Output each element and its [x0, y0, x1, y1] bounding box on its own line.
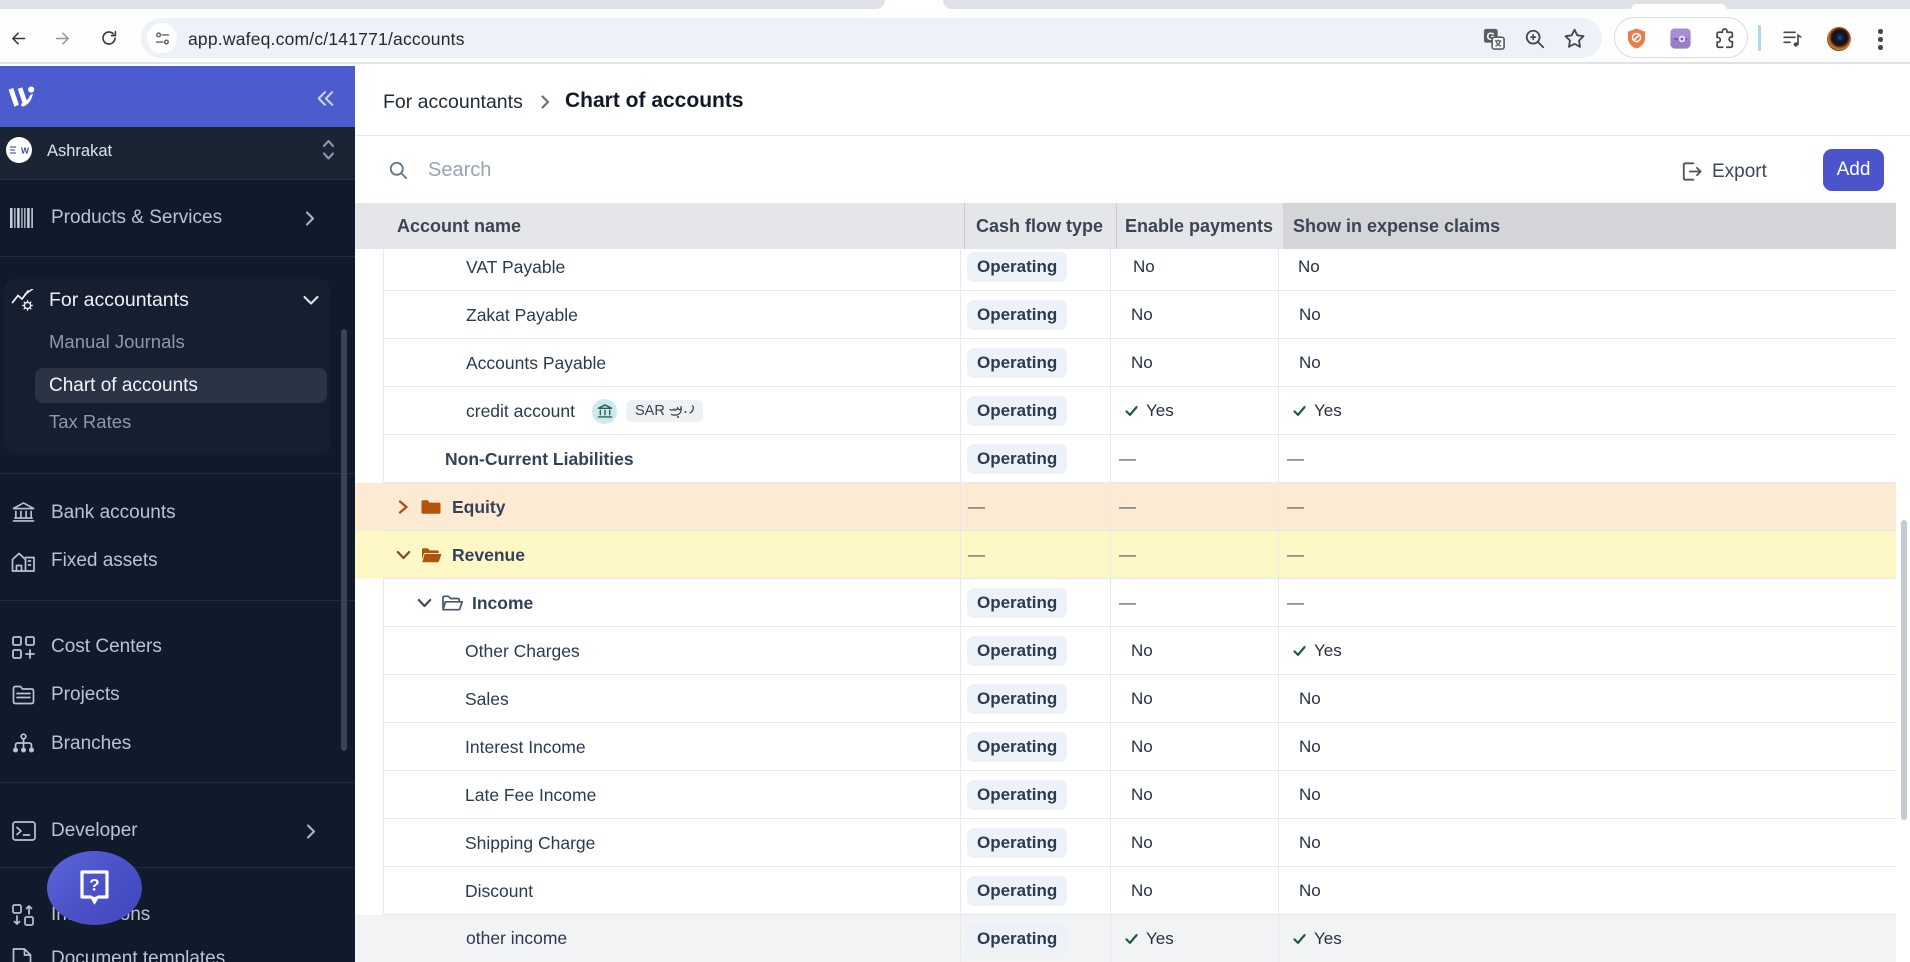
svg-text:?: ? [89, 876, 99, 895]
svg-text:W: W [21, 146, 29, 156]
